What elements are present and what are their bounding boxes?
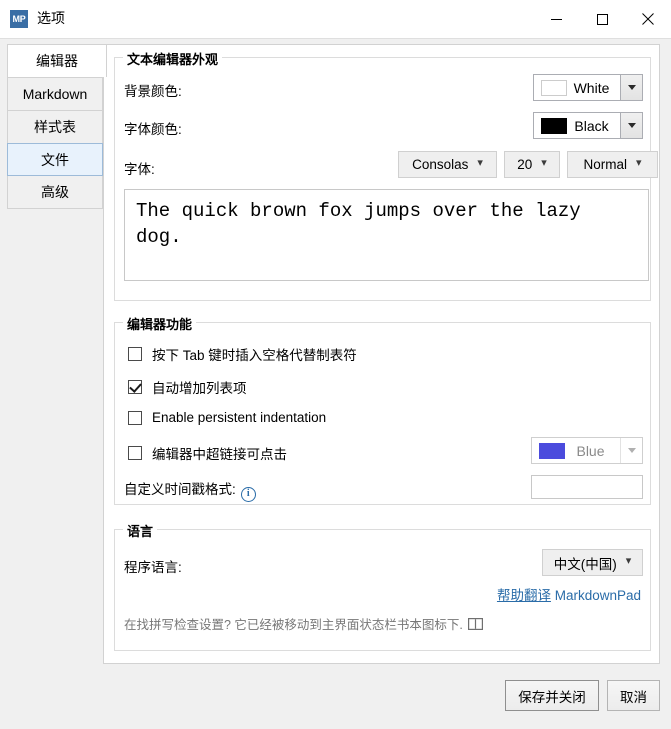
program-language-value: 中文(中国) [553,556,617,572]
sidebar-item-advanced[interactable]: 高级 [7,176,103,209]
font-color-value: Black [574,117,609,134]
sidebar-item-editor[interactable]: 编辑器 [7,44,107,77]
close-button[interactable] [625,0,671,38]
font-color-dropdown[interactable]: Black [533,112,643,139]
font-family-dropdown[interactable]: Consolas ▾ [398,151,497,178]
language-group-title: 语言 [123,521,158,540]
language-group: 语言 程序语言: 中文(中国) ▾ 帮助翻译 MarkdownPad 在找拼写检… [114,521,651,651]
background-color-dropdown[interactable]: White [533,74,643,101]
chevron-down-icon: ▾ [625,555,632,567]
cancel-label: 取消 [620,689,647,705]
info-icon[interactable]: i [240,486,256,502]
sidebar-item-stylesheet[interactable]: 样式表 [7,110,103,143]
clickable-hyperlinks-label: 编辑器中超链接可点击 [152,447,287,462]
tab-inserts-spaces-checkbox-row[interactable]: 按下 Tab 键时插入空格代替制表符 [128,344,357,364]
title-bar: MP 选项 [0,0,671,38]
font-style-dropdown[interactable]: Normal ▾ [567,151,658,178]
chevron-down-icon [627,85,636,90]
background-color-swatch [541,79,567,96]
close-icon [642,13,654,25]
font-preview-box: The quick brown fox jumps over the lazy … [124,189,649,281]
clickable-hyperlinks-checkbox-row[interactable]: 编辑器中超链接可点击 [128,443,287,463]
window-title: 选项 [37,10,65,26]
background-color-value: White [573,79,610,96]
font-color-swatch [541,117,567,134]
minimize-button[interactable] [533,0,579,38]
chevron-down-icon: ▾ [541,157,547,169]
chevron-down-icon [627,123,636,128]
tab-inserts-spaces-label: 按下 Tab 键时插入空格代替制表符 [152,348,357,363]
tab-label: Markdown [22,86,88,102]
font-family-value: Consolas [412,157,469,172]
background-color-dropdown-button[interactable] [620,75,642,100]
clickable-hyperlinks-checkbox[interactable] [128,446,142,460]
timestamp-format-label: 自定义时间戳格式: i [124,478,256,502]
link-color-dropdown-button[interactable] [620,438,642,463]
sidebar-item-file[interactable]: 文件 [7,143,103,176]
sidebar-item-markdown[interactable]: Markdown [7,77,103,110]
options-tab-strip: 编辑器 Markdown 样式表 文件 高级 [7,44,107,209]
font-size-value: 20 [517,157,533,172]
font-color-label: 字体颜色: [124,122,182,137]
tab-inserts-spaces-checkbox[interactable] [128,347,142,361]
spellcheck-hint-text: 在找拼写检查设置? 它已经被移动到主界面状态栏书本图标下. [124,618,463,632]
spellcheck-hint: 在找拼写检查设置? 它已经被移动到主界面状态栏书本图标下. [124,614,483,633]
save-and-close-label: 保存并关闭 [518,689,586,705]
program-language-label: 程序语言: [124,560,182,575]
app-logo-icon: MP [10,10,28,28]
minimize-icon [550,18,562,20]
book-icon [467,617,483,630]
tab-label: 编辑器 [36,53,78,69]
auto-list-checkbox-row[interactable]: 自动增加列表项 [128,377,247,397]
help-translate-link-underlined: 帮助翻译 [496,588,551,603]
persistent-indentation-label: Enable persistent indentation [152,410,327,425]
maximize-icon [596,13,608,25]
font-style-value: Normal [583,157,627,172]
appearance-group: 文本编辑器外观 背景颜色: White 字体颜色: Black 字体: Cons… [114,49,658,301]
font-color-dropdown-button[interactable] [620,113,642,138]
timestamp-format-input[interactable] [531,475,643,499]
chevron-down-icon: ▾ [635,157,642,169]
tab-label: 文件 [41,151,69,168]
tab-label: 高级 [41,184,69,200]
editor-features-group: 编辑器功能 按下 Tab 键时插入空格代替制表符 自动增加列表项 Enable … [114,314,651,505]
book-icon-glyph [467,617,483,630]
maximize-button[interactable] [579,0,625,38]
options-content-panel: 文本编辑器外观 背景颜色: White 字体颜色: Black 字体: Cons… [103,44,660,664]
chevron-down-icon: ▾ [477,157,483,169]
auto-list-label: 自动增加列表项 [152,381,247,396]
program-language-dropdown[interactable]: 中文(中国) ▾ [542,549,643,576]
persistent-indentation-checkbox-row[interactable]: Enable persistent indentation [128,410,326,425]
font-size-dropdown[interactable]: 20 ▾ [504,151,560,178]
background-color-label: 背景颜色: [124,84,182,99]
link-color-value: Blue [576,442,605,459]
font-label: 字体: [124,162,155,177]
cancel-button[interactable]: 取消 [607,680,660,711]
appearance-group-title: 文本编辑器外观 [123,49,223,68]
timestamp-format-text: 自定义时间戳格式: [124,482,236,497]
help-translate-link[interactable]: 帮助翻译 MarkdownPad [497,584,641,604]
persistent-indentation-checkbox[interactable] [128,410,142,425]
auto-list-checkbox[interactable] [128,380,142,394]
link-color-dropdown[interactable]: Blue [531,437,643,464]
window-body: 编辑器 Markdown 样式表 文件 高级 文本编辑器外观 背景颜色: Whi… [0,38,671,729]
chevron-down-icon [627,448,636,453]
help-translate-link-plain: MarkdownPad [550,588,641,603]
tab-label: 样式表 [34,119,76,135]
editor-features-group-title: 编辑器功能 [123,314,197,333]
save-and-close-button[interactable]: 保存并关闭 [505,680,599,711]
link-color-swatch [539,442,565,459]
